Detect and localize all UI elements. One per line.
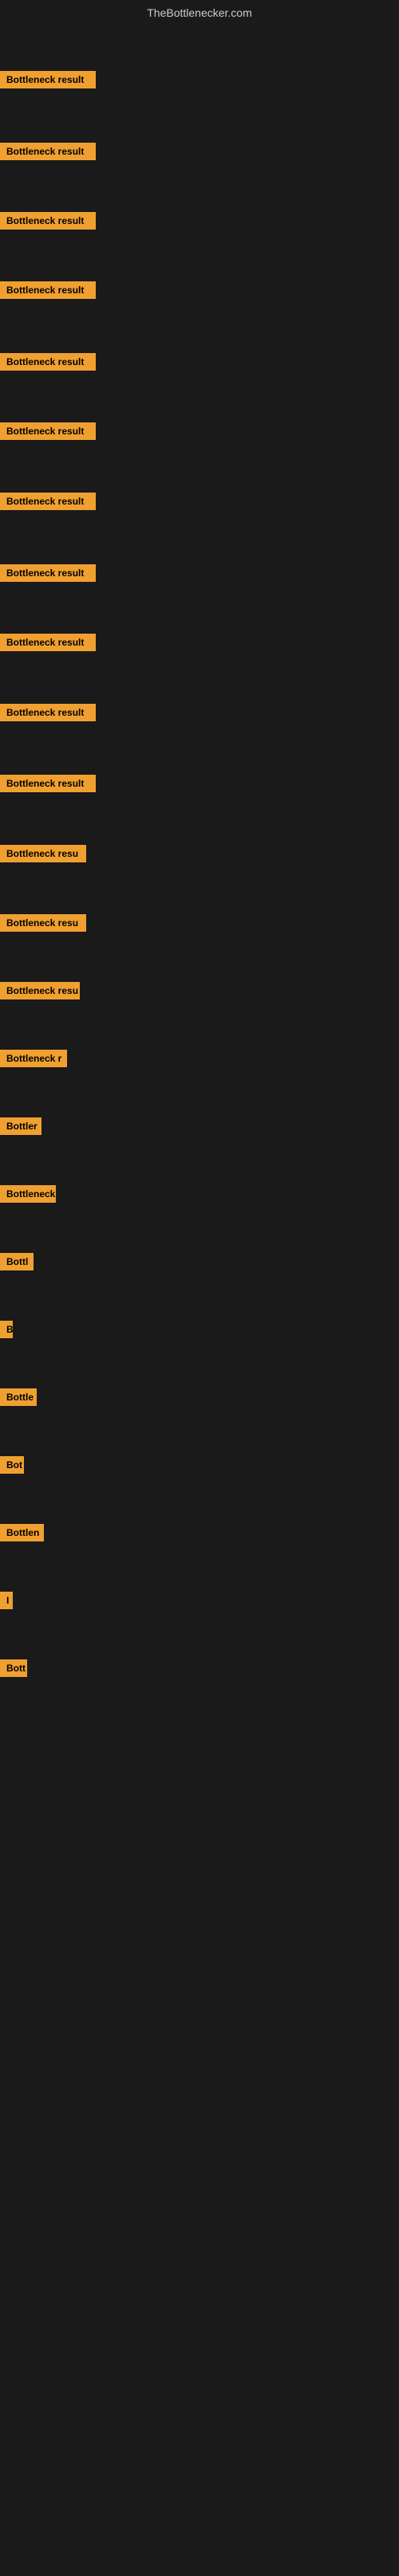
bottleneck-bar: Bottleneck resu — [0, 914, 86, 932]
bottleneck-bar: Bottleneck — [0, 1185, 56, 1203]
bottleneck-bar: Bottl — [0, 1253, 34, 1270]
bottleneck-bar: B — [0, 1321, 13, 1338]
bottleneck-bar-row: Bottleneck result — [0, 281, 96, 303]
bottleneck-bar: Bottleneck result — [0, 634, 96, 651]
bottleneck-bar-row: B — [0, 1321, 13, 1342]
bottleneck-bar: Bot — [0, 1456, 24, 1474]
bottleneck-bar-row: Bottleneck resu — [0, 914, 86, 936]
bottleneck-bar-row: Bot — [0, 1456, 24, 1478]
bottleneck-bar: Bott — [0, 1659, 27, 1677]
bottleneck-bar-row: Bottleneck r — [0, 1050, 67, 1071]
bottleneck-bar-row: Bottleneck — [0, 1185, 56, 1207]
bottleneck-bar: Bottleneck r — [0, 1050, 67, 1067]
bottleneck-bar-row: Bottleneck result — [0, 353, 96, 375]
bottleneck-bar-row: Bottleneck result — [0, 634, 96, 655]
bottleneck-bar: Bottleneck result — [0, 281, 96, 299]
bottleneck-bar-row: Bottl — [0, 1253, 34, 1274]
bottleneck-bar: Bottlen — [0, 1524, 44, 1541]
bottleneck-bar-row: Bottleneck result — [0, 212, 96, 234]
bottleneck-bar-row: Bottleneck result — [0, 422, 96, 444]
bottleneck-bar: Bottleneck resu — [0, 982, 80, 999]
bottleneck-bar-row: Bottleneck result — [0, 775, 96, 796]
bottleneck-bar: Bottleneck result — [0, 143, 96, 160]
bottleneck-bar: I — [0, 1592, 13, 1609]
bottleneck-bar: Bottleneck result — [0, 353, 96, 371]
bottleneck-bar: Bottleneck result — [0, 564, 96, 582]
bottleneck-bar-row: Bottleneck result — [0, 71, 96, 92]
bottleneck-bar: Bottler — [0, 1117, 41, 1135]
bottleneck-bar-row: Bottleneck result — [0, 143, 96, 164]
bottleneck-bar-row: Bottleneck result — [0, 704, 96, 725]
site-title: TheBottlenecker.com — [0, 0, 399, 26]
bottleneck-bar-row: Bottler — [0, 1117, 41, 1139]
bottleneck-bar: Bottle — [0, 1388, 37, 1406]
bottleneck-bar: Bottleneck resu — [0, 845, 86, 862]
bottleneck-bar-row: Bottleneck resu — [0, 845, 86, 866]
bottleneck-bar-row: Bottle — [0, 1388, 37, 1410]
bottleneck-bar: Bottleneck result — [0, 704, 96, 721]
bottleneck-bar: Bottleneck result — [0, 775, 96, 792]
bottleneck-bar: Bottleneck result — [0, 212, 96, 230]
bottleneck-bar-row: Bottleneck resu — [0, 982, 80, 1003]
bottleneck-bar: Bottleneck result — [0, 493, 96, 510]
bottleneck-bar: Bottleneck result — [0, 422, 96, 440]
bottleneck-bar: Bottleneck result — [0, 71, 96, 88]
bottleneck-bar-row: Bottleneck result — [0, 493, 96, 514]
bottleneck-bar-row: Bottleneck result — [0, 564, 96, 586]
bottleneck-bar-row: Bott — [0, 1659, 27, 1681]
bottleneck-bar-row: I — [0, 1592, 13, 1613]
bottleneck-bar-row: Bottlen — [0, 1524, 44, 1545]
